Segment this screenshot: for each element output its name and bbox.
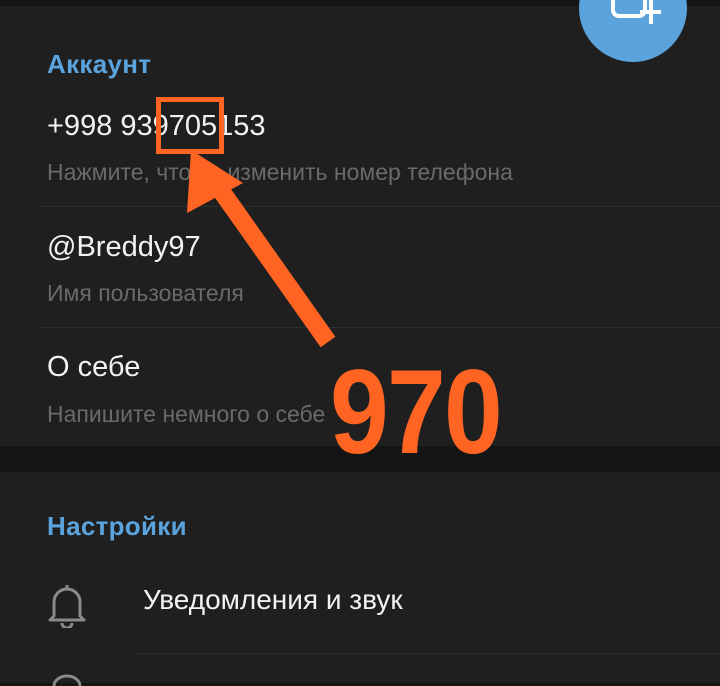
annotation-number: 970 bbox=[330, 345, 503, 479]
divider bbox=[40, 206, 720, 207]
bio-title: О себе bbox=[47, 351, 141, 383]
phone-hint: Нажмите, чтобы изменить номер телефона bbox=[47, 159, 513, 185]
divider bbox=[136, 653, 720, 654]
highlight-box bbox=[156, 97, 224, 154]
add-photo-icon bbox=[611, 0, 661, 24]
username: @Breddy97 bbox=[47, 231, 201, 263]
settings-section-title: Настройки bbox=[47, 511, 187, 541]
settings-next-icon bbox=[52, 674, 82, 686]
divider bbox=[40, 327, 720, 328]
username-hint: Имя пользователя bbox=[47, 280, 244, 306]
bio-hint: Напишите немного о себе bbox=[47, 401, 326, 427]
notifications-label: Уведомления и звук bbox=[143, 584, 403, 615]
account-section-title: Аккаунт bbox=[47, 49, 152, 79]
bell-icon bbox=[48, 585, 86, 628]
settings-card bbox=[0, 472, 720, 683]
